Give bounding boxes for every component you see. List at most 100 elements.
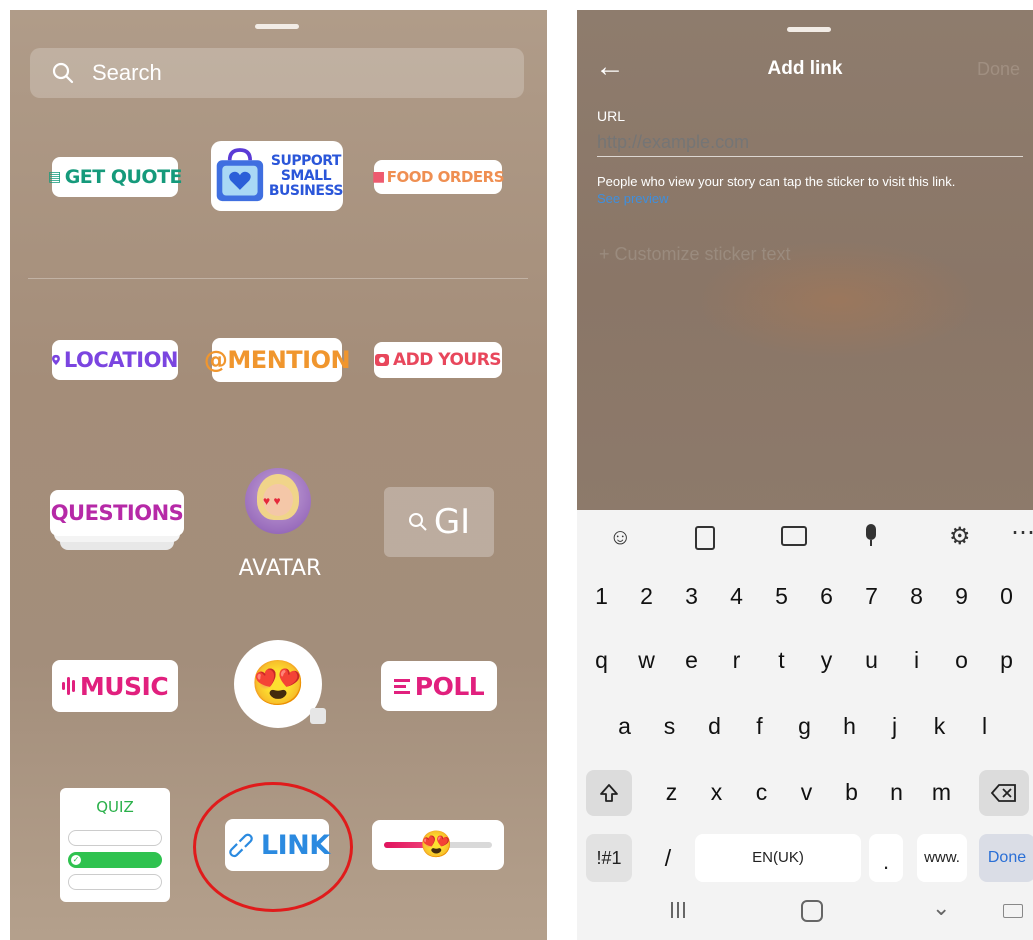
number-key[interactable]: 3 — [669, 574, 714, 618]
check-icon: ✓ — [71, 855, 81, 865]
support-line-2: SMALL — [280, 167, 332, 184]
emoji-slider-sticker[interactable]: 😍 — [234, 640, 326, 728]
helper-text: People who view your story can tap the s… — [597, 174, 956, 189]
letter-key[interactable]: d — [692, 704, 737, 748]
letter-key[interactable]: h — [827, 704, 872, 748]
quiz-option-3 — [68, 874, 162, 890]
music-sticker[interactable]: MUSIC — [52, 660, 178, 712]
avatar: ♥ ♥ — [245, 468, 311, 534]
letter-key[interactable]: g — [782, 704, 827, 748]
number-key[interactable]: 7 — [849, 574, 894, 618]
shopping-bag-icon — [216, 148, 264, 202]
gif-sticker[interactable]: GI — [384, 487, 494, 557]
letter-key[interactable]: a — [602, 704, 647, 748]
mention-label: @MENTION — [203, 346, 351, 374]
keyboard-icon[interactable] — [781, 526, 807, 546]
emoji-icon[interactable]: ☺ — [609, 524, 631, 550]
letter-key[interactable]: j — [872, 704, 917, 748]
number-key[interactable]: 4 — [714, 574, 759, 618]
space-key[interactable]: EN(UK) — [695, 834, 861, 882]
letter-key[interactable]: l — [962, 704, 1007, 748]
location-sticker[interactable]: LOCATION — [52, 340, 179, 380]
letter-key[interactable]: b — [829, 770, 874, 814]
emoji-bubble-tail — [310, 708, 326, 724]
letter-key[interactable]: z — [649, 770, 694, 814]
quiz-option-correct: ✓ — [68, 852, 162, 868]
microphone-icon[interactable] — [866, 524, 876, 546]
number-key[interactable]: 0 — [984, 574, 1029, 618]
letter-key[interactable]: n — [874, 770, 919, 814]
letter-key[interactable]: m — [919, 770, 964, 814]
clipboard-icon[interactable] — [695, 526, 715, 550]
see-preview-link[interactable]: See preview — [597, 191, 669, 206]
letter-key[interactable]: u — [849, 638, 894, 682]
slash-key[interactable]: / — [657, 836, 679, 880]
back-icon[interactable]: ⌄ — [932, 895, 950, 921]
add-yours-sticker[interactable]: ADD YOURS — [374, 342, 502, 378]
www-key[interactable]: www. — [917, 834, 967, 882]
letter-key[interactable]: r — [714, 638, 759, 682]
recent-apps-icon[interactable] — [671, 902, 685, 918]
letter-key[interactable]: x — [694, 770, 739, 814]
quiz-sticker[interactable]: QUIZ ✓ — [60, 788, 170, 902]
support-text: SUPPORT SMALL BUSINESS — [268, 152, 344, 199]
letter-key[interactable]: t — [759, 638, 804, 682]
delivery-truck-icon: ■ — [372, 169, 385, 185]
number-key[interactable]: 9 — [939, 574, 984, 618]
letter-key[interactable]: q — [579, 638, 624, 682]
letter-key[interactable]: s — [647, 704, 692, 748]
number-key[interactable]: 8 — [894, 574, 939, 618]
poll-lines-icon — [393, 678, 410, 694]
shift-icon — [600, 784, 618, 802]
number-key[interactable]: 1 — [579, 574, 624, 618]
heart-eyes-emoji: 😍 — [250, 659, 306, 708]
shift-key[interactable] — [586, 770, 632, 816]
avatar-label: AVATAR — [238, 556, 322, 581]
letter-key[interactable]: o — [939, 638, 984, 682]
url-input[interactable] — [597, 128, 1023, 157]
slider-emoji: 😍 — [420, 829, 453, 859]
customize-sticker-text-button[interactable]: + Customize sticker text — [599, 244, 791, 265]
letter-key[interactable]: v — [784, 770, 829, 814]
drag-handle[interactable] — [787, 27, 831, 32]
letter-key[interactable]: f — [737, 704, 782, 748]
keyboard-switch-icon[interactable] — [1003, 904, 1023, 918]
more-icon[interactable]: ⋯ — [1011, 518, 1033, 547]
home-icon[interactable] — [801, 900, 823, 922]
settings-icon[interactable]: ⚙ — [949, 522, 971, 551]
done-header-button[interactable]: Done — [977, 59, 1020, 80]
poll-label: POLL — [414, 671, 485, 701]
keyboard: ☺ ⚙ ⋯ 1234567890 qwertyuiop asdfghjkl zx… — [577, 510, 1033, 940]
number-key[interactable]: 5 — [759, 574, 804, 618]
letter-key[interactable]: c — [739, 770, 784, 814]
food-orders-sticker[interactable]: ■ FOOD ORDERS — [372, 160, 505, 194]
drag-handle[interactable] — [255, 24, 299, 29]
symbols-key[interactable]: !#1 — [586, 834, 632, 882]
search-bar[interactable]: Search — [30, 48, 524, 98]
url-label: URL — [597, 108, 626, 124]
letter-key[interactable]: w — [624, 638, 669, 682]
backspace-key[interactable] — [979, 770, 1029, 816]
letter-key[interactable]: p — [984, 638, 1029, 682]
support-line-1: SUPPORT — [270, 152, 342, 169]
letter-key[interactable]: e — [669, 638, 714, 682]
number-key[interactable]: 2 — [624, 574, 669, 618]
emoji-slider-preview-sticker[interactable]: 😍 — [372, 820, 504, 870]
quiz-label: QUIZ — [96, 798, 134, 816]
letter-key[interactable]: k — [917, 704, 962, 748]
get-quote-sticker[interactable]: ▤ GET QUOTE — [48, 157, 183, 197]
period-key[interactable]: . — [869, 834, 903, 882]
food-orders-label: FOOD ORDERS — [386, 168, 505, 186]
support-line-3: BUSINESS — [268, 182, 344, 199]
gif-label: GI — [433, 502, 471, 542]
letter-key[interactable]: y — [804, 638, 849, 682]
support-small-business-sticker[interactable]: SUPPORT SMALL BUSINESS — [211, 141, 344, 211]
letter-key[interactable]: i — [894, 638, 939, 682]
questions-sticker[interactable]: QUESTIONS — [50, 490, 184, 552]
avatar-sticker[interactable]: ♥ ♥ AVATAR — [230, 468, 330, 588]
number-key[interactable]: 6 — [804, 574, 849, 618]
poll-sticker[interactable]: POLL — [381, 661, 497, 711]
done-key[interactable]: Done — [979, 834, 1033, 882]
mention-sticker[interactable]: @MENTION — [204, 338, 351, 382]
page-title: Add link — [767, 58, 843, 79]
